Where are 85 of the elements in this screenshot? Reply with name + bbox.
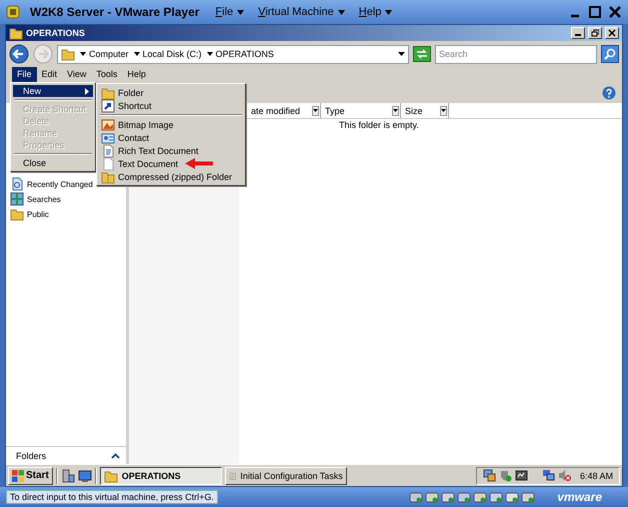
dropdown-icon[interactable] [398,52,405,56]
menu-item[interactable]: View [62,67,92,83]
close-icon [608,29,616,37]
caret-icon [237,10,244,14]
menu-item[interactable]: Tools [91,67,122,83]
help-icon[interactable] [602,86,616,100]
shortcut-icon [101,98,115,112]
folder-icon [61,47,75,61]
submenu-arrow-icon [85,88,89,94]
start-button[interactable]: Start [8,466,53,484]
document-icon [101,144,115,158]
menu-item[interactable]: Edit [36,67,62,83]
vmware-logo: vmware [557,490,602,504]
document-icon [101,156,115,170]
folders-label: Folders [16,450,46,460]
column-header[interactable]: Size [405,106,423,116]
search-field[interactable]: Search [435,44,597,64]
search-icon[interactable] [601,45,619,63]
caret-icon [338,10,345,14]
network-icon [482,469,496,482]
server-manager-icon[interactable] [60,468,75,482]
caret-icon [134,52,140,56]
maximize-icon[interactable] [588,5,602,19]
refresh-icon[interactable] [413,46,431,62]
menu-item[interactable]: Shortcut [99,99,243,112]
address-bar[interactable]: Computer Local Disk (C:) OPERATIONS [57,44,409,64]
back-icon[interactable] [9,44,29,64]
menu-item[interactable]: Help [122,67,151,83]
search-folder-icon [10,192,24,206]
breadcrumb-item[interactable]: OPERATIONS [216,49,274,59]
taskbar-button[interactable]: OPERATIONS [100,466,222,484]
caret-icon [206,52,213,56]
folder-icon [101,86,115,100]
breadcrumb-item[interactable]: Computer [89,49,129,59]
nav-item[interactable]: Searches [27,194,61,204]
column-header[interactable]: ate modified [251,106,300,116]
status-message: To direct input to this virtual machine, press Ctrl+G. [6,490,218,504]
windows-logo-icon [12,470,24,482]
close-button[interactable] [605,27,619,39]
security-icon [498,469,512,482]
window-title: OPERATIONS [26,28,86,38]
menu-item[interactable]: File [12,67,37,83]
zip-folder-icon [101,170,115,184]
caret-icon [313,109,318,112]
clock: 6:48 AM [580,470,613,480]
caret-icon [80,52,86,56]
window-title: W2K8 Server - VMware Player [30,5,200,19]
menu-item[interactable]: Rich Text Document [99,144,243,157]
dropdown-button[interactable] [440,106,447,116]
menu-item[interactable]: Text Document [99,157,243,170]
desktop-icon[interactable] [78,468,92,482]
caret-icon [393,109,398,112]
folder-icon [10,207,24,221]
menu-item[interactable]: Virtual Machine [258,6,345,18]
contact-card-icon [101,130,115,144]
speaker-muted-icon [558,469,571,482]
menu-item[interactable]: Folder [99,86,243,99]
taskbar-button[interactable]: Initial Configuration Tasks [224,466,347,484]
menu-item[interactable]: File [215,6,244,18]
folder-icon [104,468,118,482]
caret-icon [441,109,446,112]
breadcrumb-item[interactable]: Local Disk (C:) [142,49,202,59]
dropdown-button[interactable] [392,106,399,116]
menu-item[interactable]: Bitmap Image [99,118,243,131]
menu-item[interactable]: Help [358,6,392,18]
caret-icon [385,10,392,14]
restore-button[interactable] [588,27,602,39]
restore-icon [591,29,599,37]
menu-item[interactable]: Compressed (zipped) Folder [99,170,243,183]
menu-item[interactable]: Contact [99,131,243,144]
column-header[interactable]: Type [325,106,345,116]
nav-item[interactable]: Public [27,210,49,218]
dropdown-button[interactable] [312,106,319,116]
nav-item[interactable]: Recently Changed [27,180,93,188]
menu-item[interactable]: New [13,85,93,97]
empty-folder-message: This folder is empty. [339,120,419,130]
image-icon [101,118,115,132]
vmware-app-icon [6,5,20,19]
monitor-icon [514,469,528,482]
close-icon[interactable] [608,5,622,19]
folder-icon [9,26,23,40]
document-icon [10,177,24,191]
minimize-button[interactable] [571,27,585,39]
menu-item[interactable]: Close [13,157,93,169]
chevron-up-icon [111,452,120,458]
